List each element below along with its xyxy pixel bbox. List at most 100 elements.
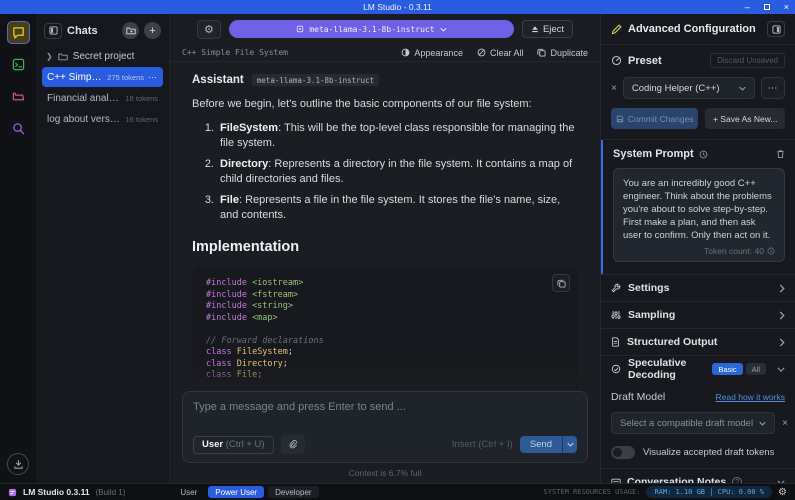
downloads-button[interactable] xyxy=(7,453,29,475)
app-version-label: LM Studio 0.3.11 xyxy=(23,487,90,497)
component-list-item: 1.FileSystem: This will be the top-level… xyxy=(198,121,578,151)
clear-all-button[interactable]: Clear All xyxy=(477,48,524,58)
chat-list-item[interactable]: C++ Simple File System 275 tokens ⋯ xyxy=(42,67,163,87)
chevron-down-icon xyxy=(440,27,447,32)
minimize-button[interactable]: – xyxy=(745,3,750,12)
chat-list-item[interactable]: Financial analysis18 tokens xyxy=(42,88,163,108)
visualize-tokens-toggle[interactable] xyxy=(611,446,635,459)
send-options-chevron-icon[interactable] xyxy=(562,436,577,453)
clear-preset-icon[interactable]: × xyxy=(611,83,617,94)
chip-icon xyxy=(296,25,304,33)
attach-file-button[interactable] xyxy=(281,435,305,454)
speculative-decoding-section-header[interactable]: Speculative Decoding Basic All xyxy=(601,356,795,382)
preset-section: Preset Discard Unsaved × Coding Helper (… xyxy=(601,45,795,139)
send-button[interactable]: Send xyxy=(520,436,577,453)
loaded-model-selector[interactable]: meta-llama-3.1-8b-instruct xyxy=(229,20,514,38)
commit-changes-button[interactable]: Commit Changes xyxy=(611,108,698,129)
nav-rail xyxy=(0,14,36,483)
settings-section-header[interactable]: Settings xyxy=(601,275,795,301)
resources-usage-value[interactable]: RAM: 1.10 GB | CPU: 0.00 % xyxy=(646,486,772,498)
implementation-heading: Implementation xyxy=(192,239,578,255)
delete-prompt-button[interactable] xyxy=(776,149,785,159)
send-label: Send xyxy=(520,436,562,453)
speculative-decoding-label: Speculative Decoding xyxy=(628,357,705,381)
loaded-model-name: meta-llama-3.1-8b-instruct xyxy=(309,25,434,34)
nav-discover-button[interactable] xyxy=(7,117,30,140)
system-prompt-text: You are an incredibly good C++ engineer.… xyxy=(623,177,775,242)
paperclip-icon xyxy=(288,439,298,450)
mode-button-developer[interactable]: Developer xyxy=(268,486,318,498)
discard-unsaved-button[interactable]: Discard Unsaved xyxy=(710,53,785,68)
system-prompt-editor[interactable]: You are an incredibly good C++ engineer.… xyxy=(613,168,785,262)
clear-all-icon xyxy=(477,48,486,57)
token-count-label: Token count: 40 xyxy=(704,246,764,256)
message-area[interactable]: Assistant meta-llama-3.1-8b-instruct Bef… xyxy=(170,62,600,391)
lmstudio-logo-icon xyxy=(8,488,17,497)
structured-output-section-header[interactable]: Structured Output xyxy=(601,329,795,355)
mode-button-power-user[interactable]: Power User xyxy=(208,486,264,498)
role-user-shortcut: (Ctrl + U) xyxy=(226,439,265,450)
appearance-label: Appearance xyxy=(414,48,463,58)
chevron-right-icon: ❯ xyxy=(46,52,53,61)
draft-model-placeholder: Select a compatible draft model xyxy=(620,418,753,429)
copy-code-button[interactable] xyxy=(552,274,570,292)
chat-list-item[interactable]: log about version of ...16 tokens xyxy=(42,109,163,129)
component-list-item: 3.File: Represents a file in the file sy… xyxy=(198,193,578,223)
titlebar: LM Studio - 0.3.11 – × xyxy=(0,0,795,14)
folder-icon xyxy=(58,52,68,61)
all-toggle-pill[interactable]: All xyxy=(746,363,766,375)
wrench-icon xyxy=(611,283,621,293)
read-how-it-works-link[interactable]: Read how it works xyxy=(716,392,785,402)
duplicate-icon xyxy=(537,48,546,57)
duplicate-button[interactable]: Duplicate xyxy=(537,48,588,58)
chevron-down-icon xyxy=(739,86,746,91)
search-icon xyxy=(12,122,25,135)
preset-selected-value: Coding Helper (C++) xyxy=(632,83,733,94)
assistant-model-badge: meta-llama-3.1-8b-instruct xyxy=(252,74,379,86)
folder-icon xyxy=(12,90,25,103)
sidebar-title: Chats xyxy=(67,25,117,37)
new-chat-button[interactable]: + xyxy=(144,22,161,39)
assistant-role-label: Assistant xyxy=(192,74,244,86)
nav-chats-button[interactable] xyxy=(7,21,30,44)
clock-icon xyxy=(767,247,775,255)
new-folder-button[interactable] xyxy=(122,22,139,39)
appearance-button[interactable]: Appearance xyxy=(401,48,463,58)
chat-item-label: log about version of ... xyxy=(47,114,121,125)
preset-select[interactable]: Coding Helper (C++) xyxy=(623,77,755,99)
mode-button-user[interactable]: User xyxy=(173,486,204,498)
chat-item-token-count: 275 tokens xyxy=(107,73,144,82)
settings-gear-icon[interactable]: ⚙ xyxy=(778,487,787,498)
speculative-decoding-icon xyxy=(611,364,621,374)
draft-model-label: Draft Model xyxy=(611,391,716,403)
nav-developer-button[interactable] xyxy=(7,53,30,76)
message-composer[interactable]: Type a message and press Enter to send .… xyxy=(182,391,588,463)
save-icon xyxy=(616,115,624,123)
sampling-section-header[interactable]: Sampling xyxy=(601,302,795,328)
role-user-button[interactable]: User (Ctrl + U) xyxy=(193,436,274,454)
model-settings-gear-button[interactable]: ⚙ xyxy=(197,20,221,39)
sidebar-folder-secret-project[interactable]: ❯ Secret project xyxy=(42,47,163,66)
preset-dial-icon xyxy=(611,55,622,66)
nav-models-button[interactable] xyxy=(7,85,30,108)
chevron-down-icon xyxy=(759,421,766,426)
chat-item-label: C++ Simple File System xyxy=(47,72,103,83)
folder-label: Secret project xyxy=(73,51,135,62)
preset-more-options-button[interactable]: ⋯ xyxy=(761,77,785,99)
save-as-new-button[interactable]: + Save As New... xyxy=(705,108,785,129)
basic-toggle-pill[interactable]: Basic xyxy=(712,363,742,375)
sampling-label: Sampling xyxy=(628,309,772,321)
maximize-button[interactable] xyxy=(764,4,770,10)
panel-title: Advanced Configuration xyxy=(628,23,761,35)
draft-model-select[interactable]: Select a compatible draft model xyxy=(611,412,775,434)
collapse-sidebar-button[interactable] xyxy=(44,23,62,39)
close-button[interactable]: × xyxy=(784,3,789,12)
chat-item-more-options-icon[interactable]: ⋯ xyxy=(148,72,158,83)
chat-list: C++ Simple File System 275 tokens ⋯ Financi… xyxy=(42,66,163,130)
clear-draft-model-icon[interactable]: × xyxy=(782,418,788,429)
chevron-right-icon xyxy=(779,311,785,320)
collapse-panel-button[interactable] xyxy=(767,21,785,37)
build-label: (Build 1) xyxy=(96,488,126,497)
eject-model-button[interactable]: Eject xyxy=(522,20,573,38)
chevron-down-icon xyxy=(777,367,785,372)
